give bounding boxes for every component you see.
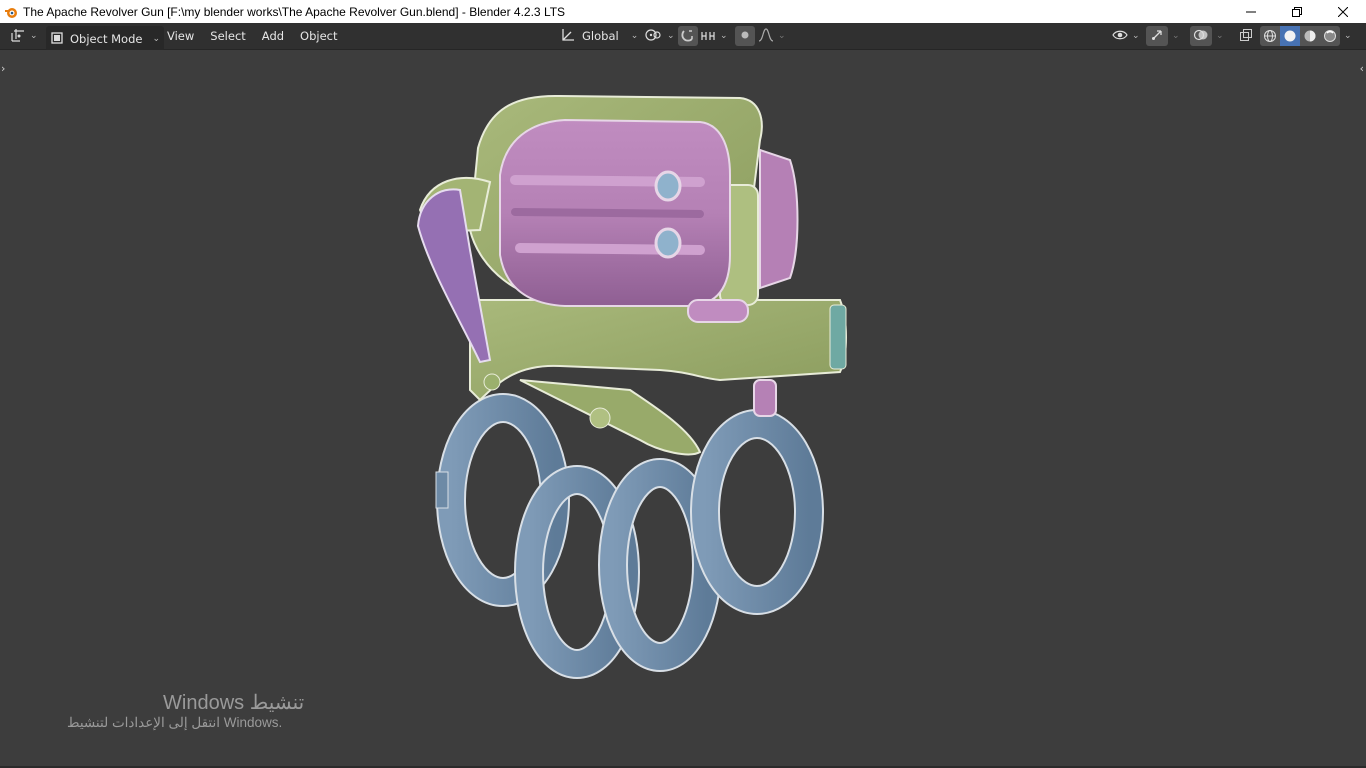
revolver-model[interactable] — [0, 50, 1366, 768]
rendered-shading-icon[interactable] — [1320, 26, 1340, 46]
blender-logo-icon — [4, 5, 18, 19]
orientation-axes-icon — [560, 27, 576, 46]
wireframe-shading-icon[interactable] — [1260, 26, 1280, 46]
activation-watermark-subtitle: انتقل إلى الإعدادات لتنشيط Windows. — [67, 715, 283, 730]
gizmo-toggle[interactable] — [1146, 26, 1168, 46]
gizmo-icon — [1150, 28, 1164, 45]
3d-viewport[interactable]: › ‹ Windows تنشيط انتقل إلى الإعدادات لت… — [0, 50, 1366, 768]
overlays-toggle[interactable] — [1190, 26, 1212, 46]
chevron-down-icon: ⌄ — [1132, 31, 1140, 41]
chevron-down-icon[interactable]: ⌄ — [1216, 23, 1224, 49]
proportional-editing-toggle[interactable] — [735, 26, 755, 46]
chevron-down-icon: ⌄ — [630, 31, 639, 41]
snap-toggle[interactable] — [678, 26, 698, 46]
orientation-label: Global — [582, 29, 619, 43]
xray-icon — [1239, 28, 1253, 45]
header-menus: View Select Add Object — [161, 23, 344, 49]
mode-label: Object Mode — [70, 32, 143, 46]
mode-dropdown[interactable]: Object Mode ⌄ — [46, 26, 164, 52]
activation-watermark-title: Windows تنشيط — [163, 692, 305, 714]
chevron-down-icon[interactable]: ⌄ — [1344, 23, 1352, 49]
editor-type-selector[interactable]: ⌄ — [10, 23, 38, 49]
overlays-icon — [1193, 28, 1209, 45]
solid-shading-icon[interactable] — [1280, 26, 1300, 46]
chevron-down-icon: ⌄ — [667, 31, 675, 41]
window-title: The Apache Revolver Gun [F:\my blender w… — [23, 4, 566, 19]
transform-orientation-dropdown[interactable]: Global ⌄ — [560, 23, 638, 49]
chevron-down-icon: ⌄ — [778, 31, 786, 41]
falloff-dropdown[interactable]: ⌄ — [758, 23, 786, 49]
restore-button[interactable] — [1274, 0, 1320, 23]
chevron-down-icon[interactable]: ⌄ — [1172, 23, 1180, 49]
visibility-eye-icon — [1112, 28, 1128, 45]
viewport-header: ⌄ Object Mode ⌄ View Select Add Object G… — [0, 23, 1366, 52]
pivot-point-dropdown[interactable]: ⌄ — [645, 23, 675, 49]
object-mode-icon — [50, 31, 64, 48]
snap-magnet-icon — [681, 28, 695, 45]
menu-view[interactable]: View — [161, 29, 200, 43]
xray-toggle[interactable] — [1236, 26, 1256, 46]
chevron-down-icon: ⌄ — [720, 31, 728, 41]
menu-add[interactable]: Add — [256, 29, 290, 43]
object-transform-icon — [10, 27, 26, 46]
material-shading-icon[interactable] — [1300, 26, 1320, 46]
chevron-down-icon: ⌄ — [30, 31, 38, 41]
snap-target-dropdown[interactable]: ⌄ — [700, 23, 728, 49]
chevron-down-icon: ⌄ — [152, 34, 160, 44]
shading-mode-group — [1260, 26, 1340, 46]
close-button[interactable] — [1320, 0, 1366, 23]
proportional-editing-icon — [739, 29, 751, 44]
pivot-icon — [645, 27, 663, 46]
knuckle-duster-blue[interactable] — [435, 393, 824, 679]
minimize-button[interactable] — [1228, 0, 1274, 23]
window-title-bar: The Apache Revolver Gun [F:\my blender w… — [0, 0, 1366, 23]
menu-select[interactable]: Select — [204, 29, 251, 43]
selectability-visibility-dropdown[interactable]: ⌄ — [1112, 23, 1140, 49]
snap-increment-icon — [700, 28, 716, 45]
falloff-curve-icon — [758, 27, 774, 45]
menu-object[interactable]: Object — [294, 29, 343, 43]
